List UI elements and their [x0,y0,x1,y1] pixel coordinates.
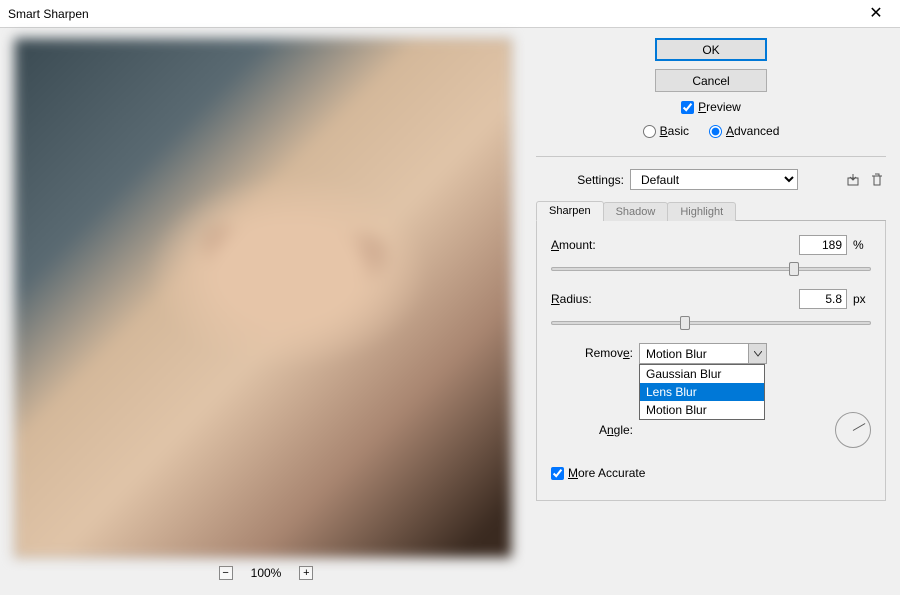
ok-button[interactable]: OK [655,38,767,61]
delete-preset-icon[interactable] [868,171,886,189]
zoom-level: 100% [251,566,282,580]
remove-option[interactable]: Lens Blur [640,383,764,401]
settings-row: Settings: Default [536,169,886,190]
zoom-out-button[interactable]: − [219,566,233,580]
amount-unit: % [847,238,871,252]
dialog-body: − 100% + OK Cancel Preview Basic Advance… [0,28,900,590]
zoom-controls: − 100% + [14,566,518,580]
basic-radio[interactable]: Basic [643,124,689,138]
preview-checkbox[interactable] [681,101,694,114]
settings-select[interactable]: Default [630,169,798,190]
cancel-button[interactable]: Cancel [655,69,767,92]
more-accurate-checkbox[interactable] [551,467,564,480]
zoom-in-button[interactable]: + [299,566,313,580]
radius-row: Radius: px [551,289,871,309]
settings-label: Settings: [536,173,624,187]
tab-highlight[interactable]: Highlight [667,202,736,221]
amount-label: Amount: [551,238,621,252]
radius-unit: px [847,292,871,306]
remove-select[interactable]: Motion Blur [639,343,767,364]
preview-label: Preview [698,100,741,114]
amount-slider[interactable] [551,261,871,277]
amount-input[interactable] [799,235,847,255]
radius-slider[interactable] [551,315,871,331]
window-title: Smart Sharpen [8,7,856,21]
tab-shadow[interactable]: Shadow [603,202,669,221]
preview-image[interactable] [14,38,512,558]
remove-dropdown[interactable]: Gaussian BlurLens BlurMotion Blur [639,364,765,420]
titlebar: Smart Sharpen ✕ [0,0,900,28]
mode-radio-group: Basic Advanced [643,124,780,138]
advanced-radio[interactable]: Advanced [709,124,779,138]
close-button[interactable]: ✕ [856,0,896,28]
remove-label: Remove: [551,343,639,360]
amount-row: Amount: % [551,235,871,255]
radius-label: Radius: [551,292,621,306]
preview-checkbox-row[interactable]: Preview [681,100,741,114]
more-accurate-label: More Accurate [568,466,645,480]
remove-row: Remove: Motion Blur Gaussian BlurLens Bl… [551,343,871,364]
chevron-down-icon [748,344,766,363]
angle-label: Angle: [551,423,639,437]
tab-strip: Sharpen Shadow Highlight [536,200,886,221]
sharpen-panel: Amount: % Radius: px [536,221,886,501]
remove-option[interactable]: Motion Blur [640,401,764,419]
remove-option[interactable]: Gaussian Blur [640,365,764,383]
tab-sharpen[interactable]: Sharpen [536,201,604,221]
angle-dial[interactable] [835,412,871,448]
radius-input[interactable] [799,289,847,309]
controls-pane: OK Cancel Preview Basic Advanced Setting… [536,38,886,580]
more-accurate-row[interactable]: More Accurate [551,466,871,480]
preview-pane: − 100% + [14,38,518,580]
save-preset-icon[interactable] [844,171,862,189]
settings-group: Settings: Default Sharpen Shadow Highlig… [536,156,886,501]
